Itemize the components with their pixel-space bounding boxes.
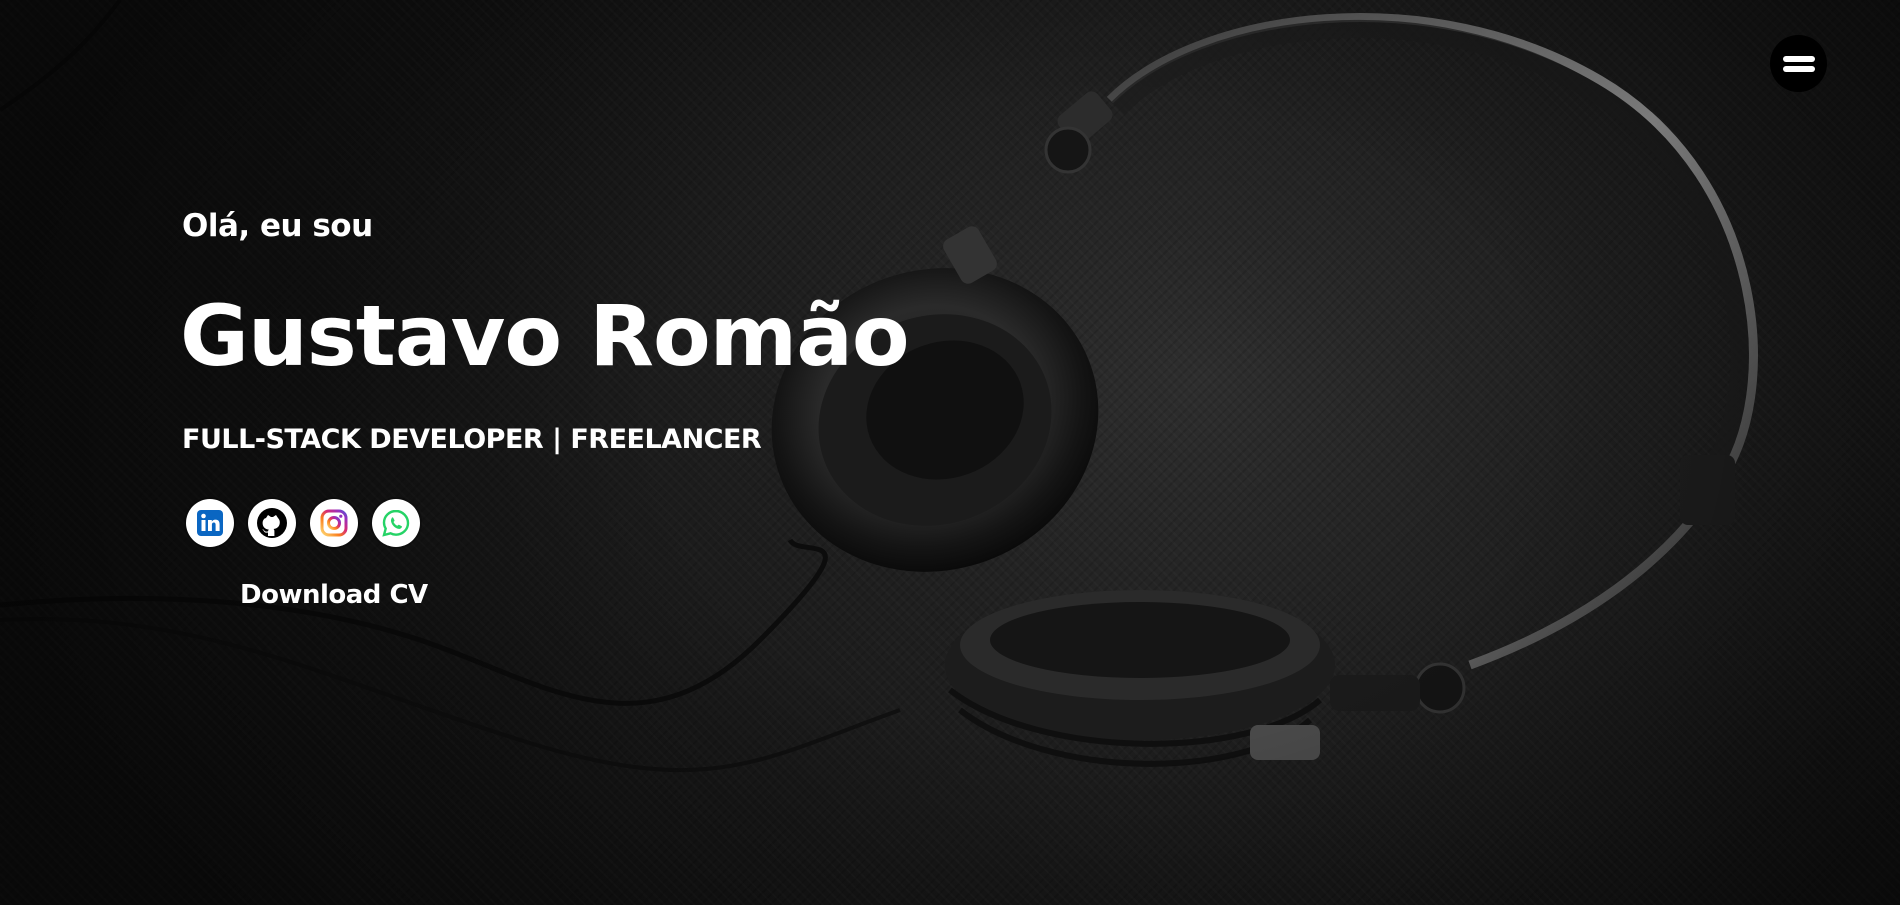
linkedin-icon xyxy=(197,510,223,536)
hero-name: Gustavo Romão xyxy=(180,287,910,385)
hero-greeting: Olá, eu sou xyxy=(182,208,373,244)
github-icon xyxy=(257,508,287,538)
hamburger-menu-icon xyxy=(1782,55,1815,62)
whatsapp-icon xyxy=(382,509,410,537)
hero-role: FULL-STACK DEVELOPER | FREELANCER xyxy=(182,424,762,455)
linkedin-link[interactable] xyxy=(186,499,234,547)
github-link[interactable] xyxy=(248,499,296,547)
instagram-icon xyxy=(320,509,348,537)
download-cv-button[interactable]: Download CV xyxy=(240,580,428,610)
whatsapp-link[interactable] xyxy=(372,499,420,547)
menu-button[interactable] xyxy=(1770,35,1827,92)
social-links xyxy=(186,499,420,547)
instagram-link[interactable] xyxy=(310,499,358,547)
hamburger-menu-icon-bar xyxy=(1782,65,1815,72)
